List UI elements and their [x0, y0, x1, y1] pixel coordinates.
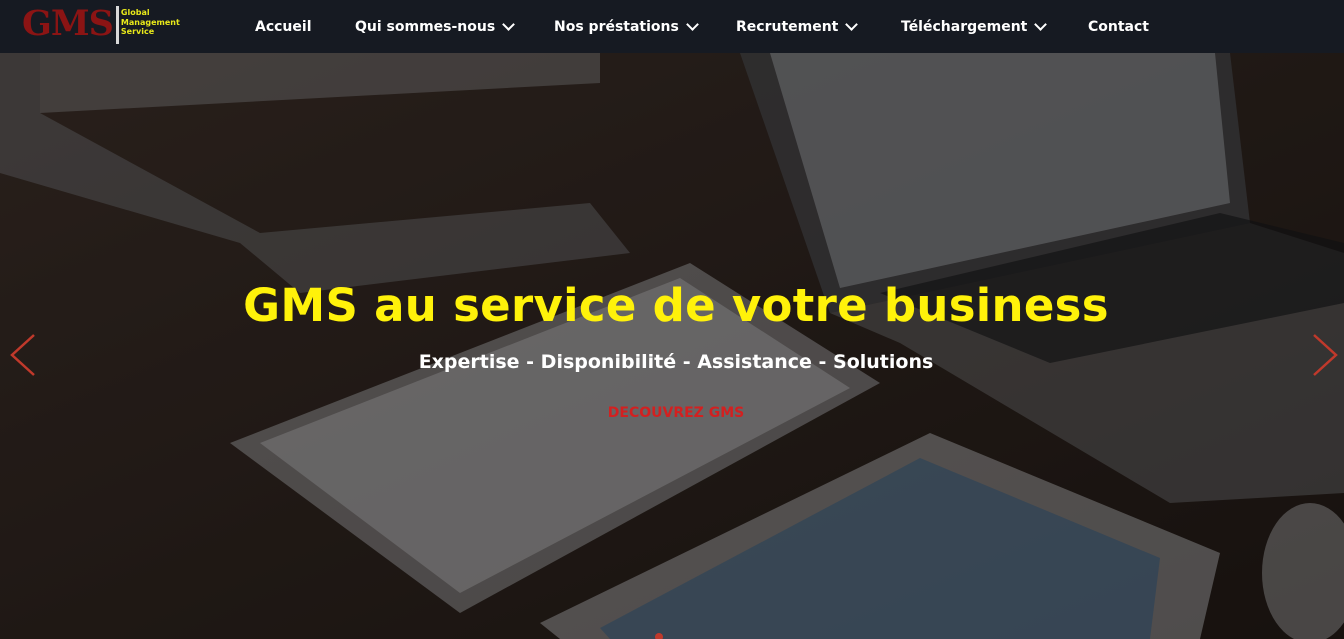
nav-item-label: Qui sommes-nous [355, 18, 496, 35]
nav-item-nos-prestations[interactable]: Nos préstations [554, 0, 699, 53]
nav-item-telechargement[interactable]: Téléchargement [901, 0, 1048, 53]
slider-next-button[interactable] [1310, 333, 1340, 377]
hero-dark-overlay [0, 53, 1344, 639]
hero-slider: GMS au service de votre business Experti… [0, 53, 1344, 639]
nav-item-contact[interactable]: Contact [1088, 0, 1149, 53]
nav-item-label: Accueil [255, 18, 312, 35]
slider-indicator-dot[interactable] [655, 633, 663, 639]
chevron-down-icon [1034, 18, 1048, 31]
chevron-down-icon [502, 18, 516, 31]
chevron-right-icon [1313, 334, 1338, 376]
logo-tagline: Global Management Service [121, 4, 180, 37]
hero-title: GMS au service de votre business [243, 279, 1109, 332]
site-header: GMS Global Management Service Accueil Qu… [0, 0, 1344, 53]
nav-item-label: Contact [1088, 18, 1149, 35]
nav-item-label: Recrutement [736, 18, 839, 35]
chevron-down-icon [845, 18, 859, 31]
nav-item-recrutement[interactable]: Recrutement [736, 0, 859, 53]
logo-tagline-line: Management [120, 17, 180, 27]
logo-divider [115, 6, 119, 44]
nav-item-qui-sommes-nous[interactable]: Qui sommes-nous [355, 0, 516, 53]
slider-prev-button[interactable] [8, 333, 38, 377]
chevron-left-icon [10, 334, 35, 376]
logo-tagline-line: Global [120, 8, 150, 17]
hero-subtitle: Expertise - Disponibilité - Assistance -… [418, 351, 934, 373]
chevron-down-icon [685, 18, 699, 31]
nav-item-label: Téléchargement [901, 18, 1028, 35]
discover-gms-button[interactable]: DECOUVREZ GMS [0, 405, 1344, 421]
nav-item-label: Nos préstations [554, 18, 679, 35]
logo-tagline-line: Service [120, 27, 155, 36]
logo-mark: GMS [22, 3, 114, 44]
nav-item-accueil[interactable]: Accueil [255, 0, 312, 53]
site-logo[interactable]: GMS Global Management Service [22, 4, 180, 48]
